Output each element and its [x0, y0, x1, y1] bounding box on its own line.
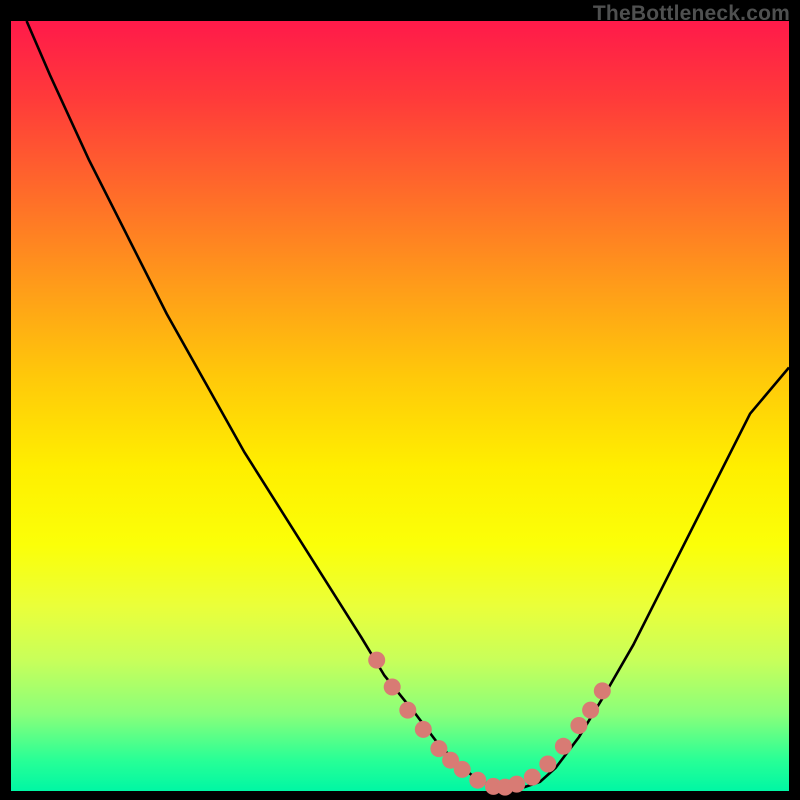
curve-marker	[582, 702, 599, 719]
curve-marker	[399, 702, 416, 719]
curve-marker	[415, 721, 432, 738]
curve-marker	[469, 772, 486, 789]
curve-marker	[539, 756, 556, 773]
curve-marker	[384, 679, 401, 696]
curve-marker	[368, 652, 385, 669]
chart-plot-area	[11, 21, 789, 791]
curve-marker	[508, 776, 525, 793]
curve-marker	[594, 682, 611, 699]
curve-marker	[555, 738, 572, 755]
bottleneck-curve	[11, 21, 789, 791]
curve-marker	[570, 717, 587, 734]
curve-marker	[454, 761, 471, 778]
curve-marker	[524, 769, 541, 786]
